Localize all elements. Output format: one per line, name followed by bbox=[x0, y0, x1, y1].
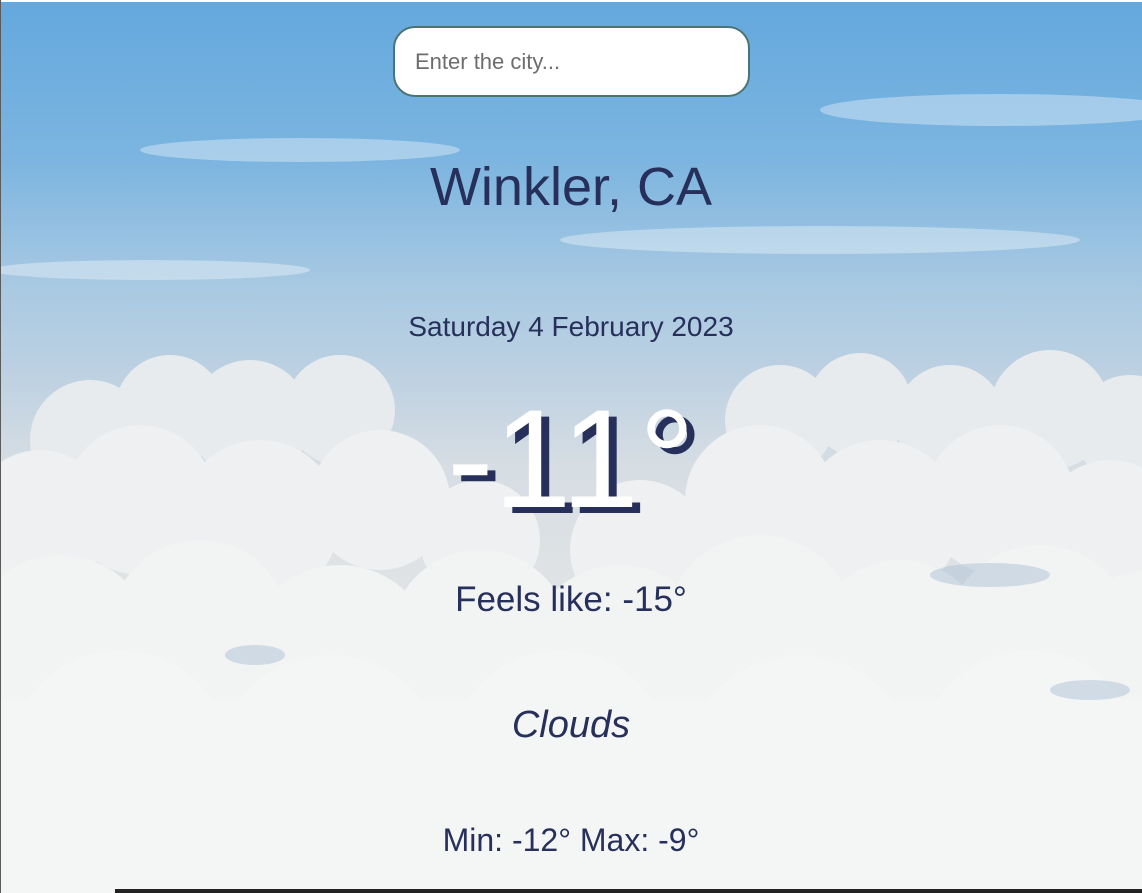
weather-description: Clouds bbox=[511, 704, 631, 746]
top-border bbox=[0, 0, 1142, 2]
location-title: Winkler, CA bbox=[429, 157, 713, 217]
city-search-input[interactable] bbox=[395, 28, 748, 95]
weather-app: Winkler, CA Saturday 4 February 2023 -11… bbox=[0, 0, 1142, 893]
current-temperature: -11° bbox=[447, 380, 695, 537]
bottom-border bbox=[115, 889, 1142, 893]
feels-like-temperature: Feels like: -15° bbox=[455, 580, 687, 619]
search-box[interactable] bbox=[393, 26, 750, 97]
current-date: Saturday 4 February 2023 bbox=[408, 311, 734, 342]
min-max-temperature: Min: -12° Max: -9° bbox=[442, 822, 700, 858]
